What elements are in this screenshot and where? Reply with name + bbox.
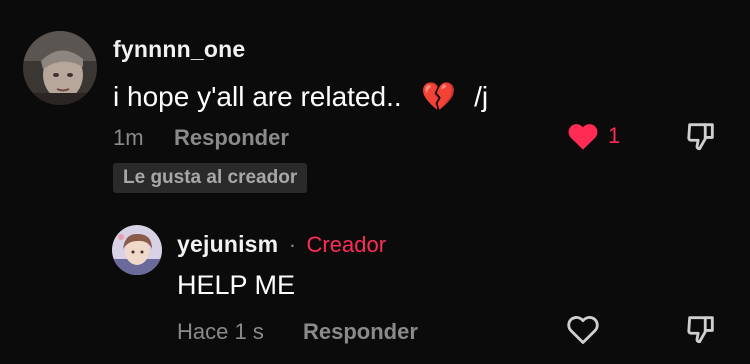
heart-outline-icon bbox=[566, 313, 600, 345]
reply-time: Hace 1 s bbox=[177, 319, 264, 344]
like-count: 1 bbox=[608, 123, 621, 148]
avatar-yejunism[interactable] bbox=[112, 225, 162, 275]
reply-username[interactable]: yejunism bbox=[177, 231, 278, 257]
thumbs-down-icon bbox=[684, 312, 718, 346]
broken-heart-emoji: 💔 bbox=[421, 81, 457, 112]
avatar-fynnnn-one[interactable] bbox=[23, 31, 97, 105]
heart-filled-icon bbox=[566, 121, 600, 151]
comment-suffix: /j bbox=[474, 81, 489, 112]
creator-tag: Creador bbox=[306, 232, 387, 257]
separator-dot: · bbox=[288, 232, 297, 257]
reply-like-button[interactable] bbox=[566, 313, 600, 345]
dislike-button[interactable] bbox=[684, 119, 718, 153]
comment-time: 1m bbox=[113, 125, 144, 150]
creator-liked-badge: Le gusta al creador bbox=[113, 163, 308, 193]
reply-button[interactable]: Responder bbox=[174, 125, 289, 151]
reply-dislike-button[interactable] bbox=[684, 312, 718, 346]
like-button[interactable]: 1 bbox=[566, 120, 620, 152]
comment-body: i hope y'all are related.. bbox=[113, 81, 402, 112]
reply-header: yejunism · Creador bbox=[177, 231, 386, 258]
comment-text: i hope y'all are related.. 💔 /j bbox=[113, 80, 488, 113]
reply-text: HELP ME bbox=[177, 270, 296, 300]
comment-username[interactable]: fynnnn_one bbox=[113, 36, 245, 63]
thumbs-down-icon bbox=[684, 119, 718, 153]
reply-reply-button[interactable]: Responder bbox=[303, 319, 418, 345]
